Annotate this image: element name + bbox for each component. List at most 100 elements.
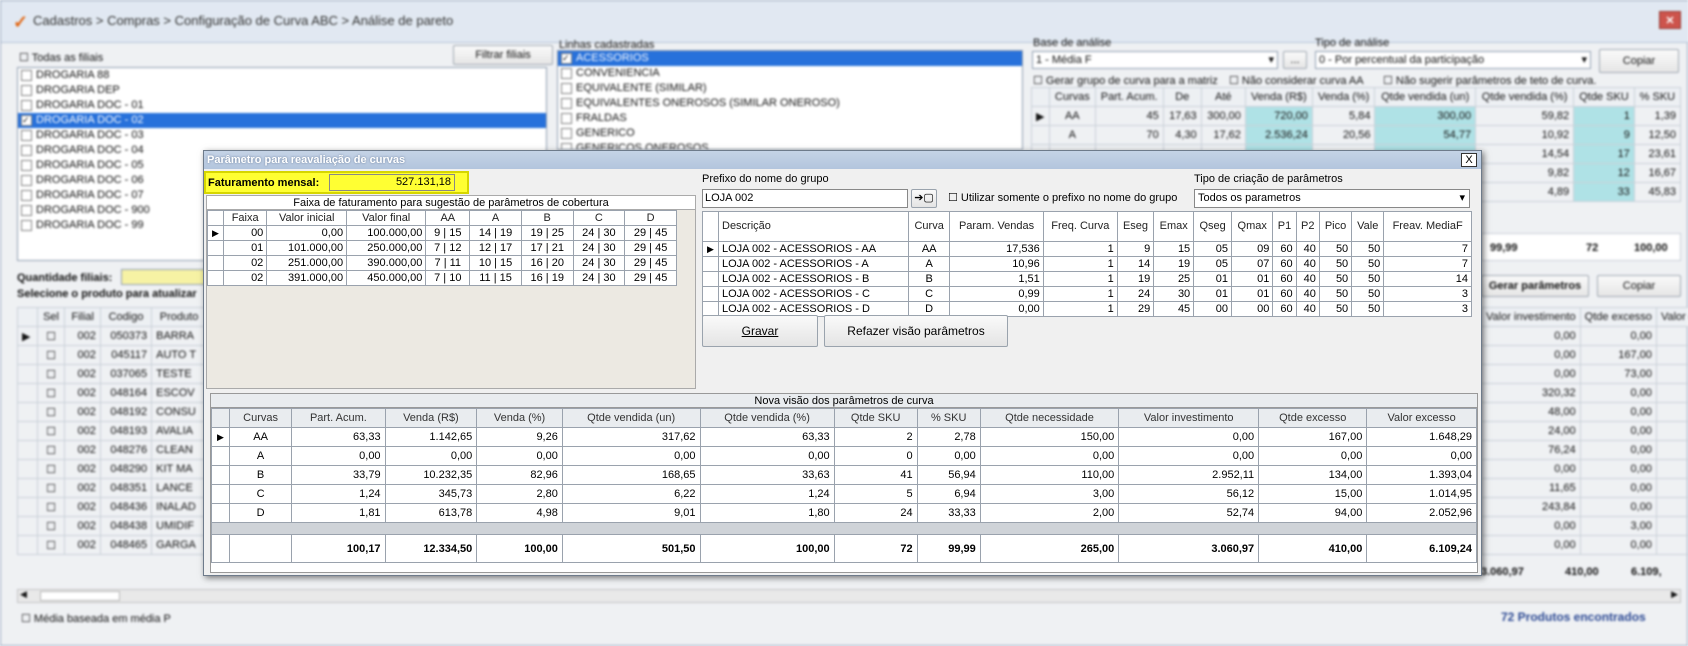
table-row[interactable]: C 1,24 345,73 2,80 6,22 1,24 5 6,94 3,00 56,12 15,… [211,484,1477,504]
column-header[interactable]: Valor inicial [266,210,348,226]
linha-checkbox[interactable] [561,98,572,109]
table-cell[interactable]: 02 [222,270,268,286]
column-header[interactable]: Emax [1153,211,1195,242]
linha-checkbox[interactable] [561,68,572,79]
table-cell[interactable]: 0,99 [949,286,1044,302]
filial-checkbox[interactable] [21,145,32,156]
table-row[interactable]: 0,003,00207 [1481,516,1688,536]
faturamento-input[interactable]: 527.131,18 [329,174,455,191]
table-row[interactable]: 76,240,000 [1481,440,1688,460]
table-cell[interactable]: 1 [1042,301,1118,317]
table-cell[interactable]: 50 [1351,241,1385,257]
column-header[interactable]: Descrição [718,211,909,242]
table-cell[interactable]: 0,00 [266,225,348,241]
column-header[interactable]: P2 [1295,211,1320,242]
column-header[interactable]: Venda (%) [476,408,563,428]
gerar-grupo-checkbox[interactable]: ☐ Gerar grupo de curva para a matriz [1033,74,1218,87]
copiar-top-button[interactable]: Copiar [1599,49,1679,73]
filial-checkbox[interactable] [21,220,32,231]
table-row[interactable]: ▶ AA 63,33 1.142,65 9,26 317,62 63,33 2 2,78 150,… [211,427,1477,447]
gerar-parametros-button[interactable]: Gerar parâmetros [1481,275,1589,297]
table-cell[interactable]: 15 [1153,241,1195,257]
table-row[interactable]: ☐ 002 045117 AUTO T [17,345,207,365]
linha-checkbox[interactable]: ✓ [561,53,572,64]
table-row[interactable]: D 1,81 613,78 4,98 9,01 1,80 24 33,33 2,00 52,74 9… [211,503,1477,523]
column-header[interactable]: Qtde excesso [1258,408,1368,428]
column-header[interactable]: AA [425,210,471,226]
table-cell[interactable]: 60 [1272,271,1297,287]
table-cell[interactable]: 29 [1116,301,1155,317]
table-cell[interactable]: 16 | 20 [520,255,574,271]
table-cell[interactable]: 29 | 45 [624,255,677,271]
table-cell[interactable]: 16 | 19 [520,270,574,286]
table-cell[interactable]: 7 | 10 [425,270,471,286]
table-row[interactable]: ▶ LOJA 002 - ACESSORIOS - AA AA 17,536 1 9 15 0… [702,241,1472,257]
table-row[interactable]: ☐ 002 048276 CLEAN [17,440,207,460]
column-header[interactable]: Valor final [346,210,427,226]
table-cell[interactable]: 29 | 45 [624,225,677,241]
scroll-left-icon[interactable]: ◀ [20,589,27,600]
table-cell[interactable]: A [907,256,951,272]
table-row[interactable]: 01 101.000,00 250.000,00 7 | 12 12 | 17 17 | … [207,240,677,256]
select-checkbox[interactable]: ☐ [36,421,66,441]
filial-checkbox[interactable] [21,160,32,171]
table-cell[interactable]: 17 | 21 [520,240,574,256]
table-row[interactable]: 02 391.000,00 450.000,00 7 | 10 11 | 15 16 | … [207,270,677,286]
linha-list-item[interactable]: FRALDAS [558,111,1022,126]
select-checkbox[interactable]: ☐ [36,326,66,346]
table-cell[interactable]: 30 [1153,286,1195,302]
table-cell[interactable]: 40 [1295,301,1320,317]
table-cell[interactable]: 50 [1318,256,1353,272]
table-cell[interactable]: 7 [1383,256,1472,272]
table-cell[interactable]: 12 | 17 [469,240,522,256]
filtrar-filiais-button[interactable]: Filtrar filiais [453,45,553,65]
copiar-bottom-button[interactable]: Copiar [1597,275,1681,297]
table-cell[interactable]: 40 [1295,286,1320,302]
table-cell[interactable]: 60 [1272,256,1297,272]
column-header[interactable]: Pico [1318,211,1353,242]
table-row[interactable]: A 70 4,30 17,62 2.536,24 20,56 54,77 10,92 9 12,5… [1030,125,1682,145]
gravar-button[interactable]: Gravar [702,315,818,347]
column-header[interactable]: Qmax [1231,211,1274,242]
table-row[interactable]: LOJA 002 - ACESSORIOS - A A 10,96 1 14 19 05 07… [702,256,1472,272]
table-cell[interactable]: 01 [1193,271,1233,287]
column-header[interactable]: Valor excesso [1655,307,1688,327]
column-header[interactable]: Qtde necessidade [979,408,1120,428]
filial-checkbox[interactable] [21,190,32,201]
select-checkbox[interactable]: ☐ [36,402,66,422]
table-row[interactable]: 0,00167,001.648 [1481,345,1688,365]
table-cell[interactable]: 50 [1318,241,1353,257]
column-header[interactable]: Part. Acum. [291,408,386,428]
table-cell[interactable]: 05 [1193,256,1233,272]
table-cell[interactable]: 00 [1231,301,1274,317]
column-header[interactable]: Part. Acum. [1094,87,1164,107]
table-row[interactable]: ☐ 002 048436 INALAD [17,497,207,517]
table-cell[interactable]: 01 [1193,286,1233,302]
filial-checkbox[interactable] [21,85,32,96]
column-header[interactable]: Qtde vendida (%) [1475,87,1575,107]
select-checkbox[interactable]: ☐ [36,345,66,365]
table-cell[interactable]: 1 [1042,286,1118,302]
table-row[interactable]: A 0,00 0,00 0,00 0,00 0,00 0 0,00 0,00 0,00 0,00 0,… [211,446,1477,466]
table-row[interactable]: ☐ 002 037065 TESTE [17,364,207,384]
select-checkbox[interactable]: ☐ [36,535,66,555]
table-cell[interactable]: 1 [1042,256,1118,272]
table-cell[interactable]: 19 [1116,271,1155,287]
column-header[interactable]: A [469,210,522,226]
table-row[interactable]: 320,320,000 [1481,383,1688,403]
table-row[interactable]: 0,0073,00291 [1481,364,1688,384]
table-row[interactable]: ☐ 002 048192 CONSU [17,402,207,422]
column-header[interactable]: Qtde SKU [833,408,918,428]
table-row[interactable]: ▶ AA 45 17,63 300,00 720,00 5,84 300,00 59,82 1 1,… [1030,106,1682,126]
table-cell[interactable]: 29 | 45 [624,240,677,256]
table-cell[interactable]: 05 [1193,241,1233,257]
column-header[interactable]: Freq. Curva [1042,211,1118,242]
table-row[interactable]: LOJA 002 - ACESSORIOS - D D 0,00 1 29 45 00 00 6… [702,301,1472,317]
linha-checkbox[interactable] [561,113,572,124]
table-cell[interactable]: 14 [1116,256,1155,272]
column-header[interactable]: De [1162,87,1202,107]
table-cell[interactable]: 19 [1153,256,1195,272]
column-header[interactable]: Produto [151,307,207,327]
horizontal-scrollbar[interactable]: ◀ ▶ [17,589,1681,603]
column-header[interactable]: Param. Vendas [949,211,1044,242]
